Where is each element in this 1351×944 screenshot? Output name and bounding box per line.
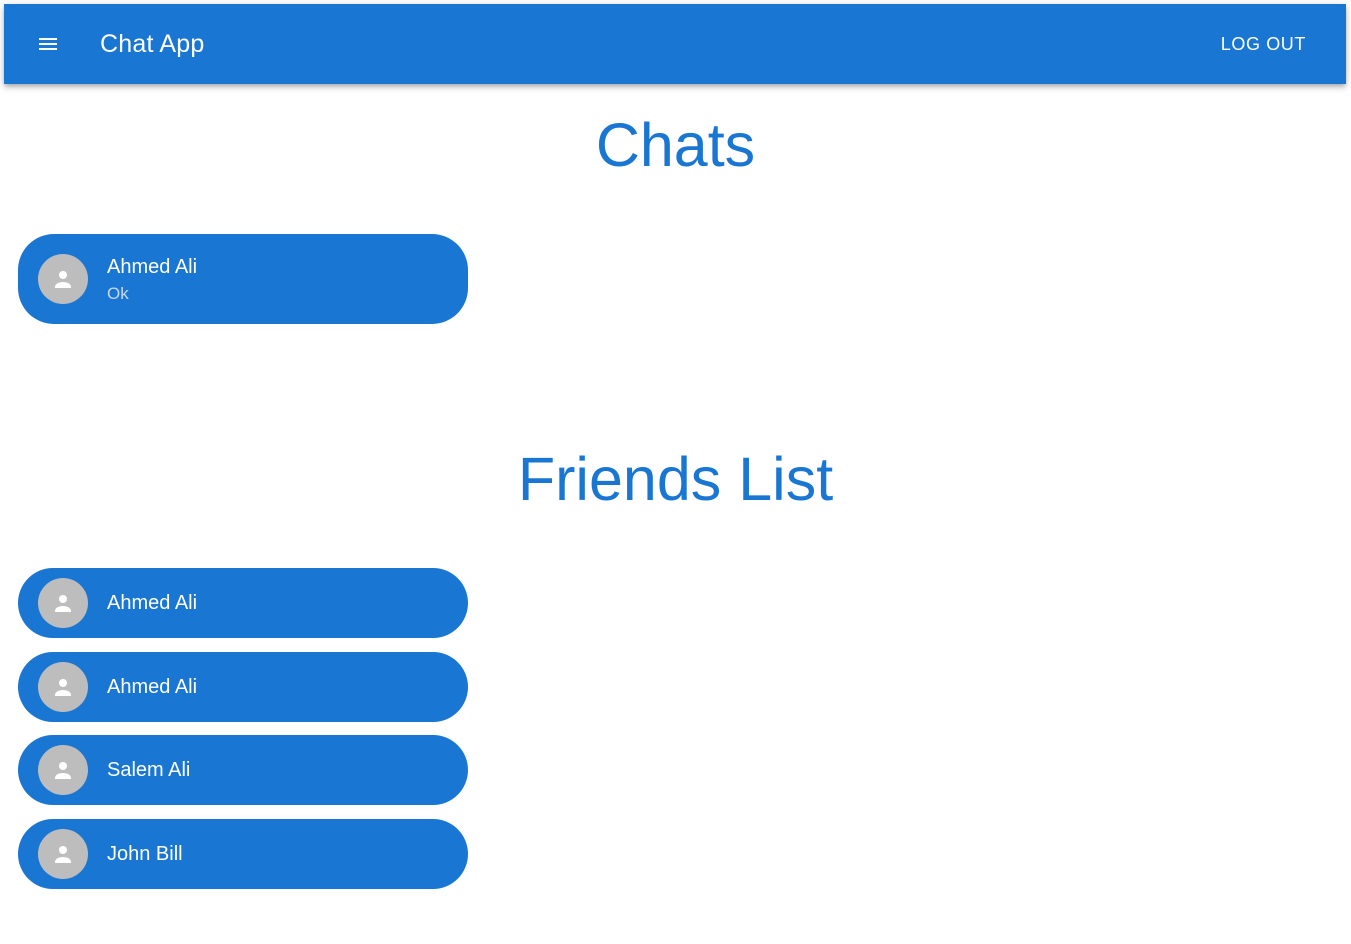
friend-item-name: Salem Ali: [107, 759, 191, 781]
chat-item[interactable]: Ahmed Ali Ok: [18, 234, 468, 324]
app-bar: Chat App LOG OUT: [4, 4, 1346, 84]
friend-item[interactable]: Ahmed Ali: [18, 568, 468, 638]
person-icon: [55, 271, 71, 288]
chat-item-last-message: Ok: [107, 284, 129, 303]
person-icon: [55, 679, 71, 696]
avatar: [38, 745, 88, 795]
app-title: Chat App: [100, 30, 205, 58]
friend-item[interactable]: Salem Ali: [18, 735, 468, 805]
menu-button[interactable]: [28, 24, 68, 64]
avatar: [38, 254, 88, 304]
avatar: [38, 829, 88, 879]
friend-item-name: Ahmed Ali: [107, 676, 198, 698]
person-icon: [55, 846, 71, 863]
friends-list-title: Friends List: [517, 445, 834, 513]
avatar: [38, 662, 88, 712]
friend-item-name: John Bill: [107, 843, 183, 865]
person-icon: [55, 595, 71, 612]
chat-item-name: Ahmed Ali: [107, 256, 198, 278]
logout-button[interactable]: LOG OUT: [1209, 32, 1318, 56]
menu-icon: [39, 38, 57, 50]
avatar: [38, 578, 88, 628]
chats-title: Chats: [595, 111, 756, 179]
friend-item[interactable]: Ahmed Ali: [18, 652, 468, 722]
friend-item[interactable]: John Bill: [18, 819, 468, 889]
friend-item-name: Ahmed Ali: [107, 592, 198, 614]
person-icon: [55, 762, 71, 779]
